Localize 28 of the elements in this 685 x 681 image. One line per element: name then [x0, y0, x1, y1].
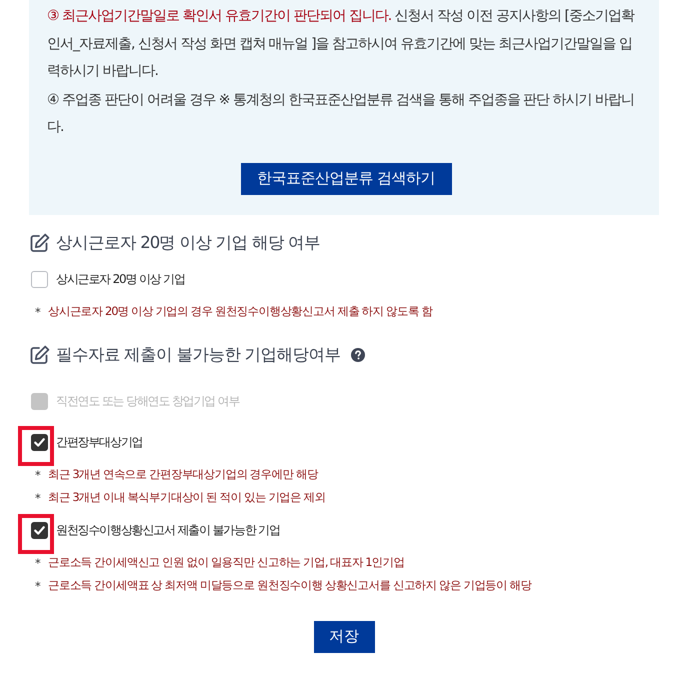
- note-text: 근로소득 간이세액신고 인원 없이 일용직만 신고하는 기업, 대표자 1인기업: [48, 555, 404, 570]
- checkbox-label: 간편장부대상기업: [56, 434, 142, 451]
- note-text: 최근 3개년 이내 복식부기대상이 된 적이 있는 기업은 제외: [48, 490, 326, 505]
- notice-text: ③ 최근사업기간말일로 확인서 유효기간이 판단되어 집니다. 신청서 작성 이전 공지사항의 [중소기업확인서_자료제출, 신청서 작성 화면 캡쳐 매뉴얼 ]을 참고하시여 유효기간에 맞는 최근사업기간말일을 입력하시기 바랍니다.: [47, 7, 636, 81]
- save-button[interactable]: 저장: [314, 620, 374, 652]
- pencil-icon: [30, 232, 50, 252]
- note-marker: *: [35, 490, 42, 504]
- note-marker: *: [35, 578, 42, 592]
- check-icon: [34, 526, 45, 535]
- note-marker: *: [35, 468, 42, 482]
- note-marker: *: [35, 304, 42, 318]
- checkbox-label: 상시근로자 20명 이상 기업: [56, 271, 185, 288]
- help-icon[interactable]: [350, 348, 365, 362]
- search-button[interactable]: 한국표준산업분류 검색하기: [240, 162, 452, 194]
- checkbox[interactable]: [31, 522, 48, 539]
- check-icon: [34, 438, 45, 447]
- pencil-icon: [30, 344, 50, 364]
- checkbox-label: 직전연도 또는 당해연도 창업기업 여부: [56, 393, 240, 410]
- note-text: 상시근로자 20명 이상 기업의 경우 원천징수이행상황신고서 제출 하지 않도록 함: [48, 304, 432, 319]
- checkbox-label: 원천징수이행상황신고서 제출이 불가능한 기업: [56, 522, 280, 539]
- note-text: 최근 3개년 연속으로 간편장부대상기업의 경우에만 해당: [48, 467, 318, 482]
- note-text: 근로소득 간이세액표 상 최저액 미달등으로 원천징수이행 상황신고서를 신고하지 않은 기업등이 해당: [48, 578, 532, 593]
- checkbox[interactable]: [31, 434, 48, 451]
- notice-text: ④ 주업종 판단이 어려울 경우 ※ 통계청의 한국표준산업분류 검색을 통해 주업종을 판단 하시기 바랍니다.: [47, 90, 636, 137]
- note-marker: *: [35, 556, 42, 570]
- section-title: 상시근로자 20명 이상 기업 해당 여부: [56, 232, 320, 254]
- checkbox[interactable]: [31, 271, 48, 288]
- section-title: 필수자료 제출이 불가능한 기업해당여부: [56, 344, 341, 366]
